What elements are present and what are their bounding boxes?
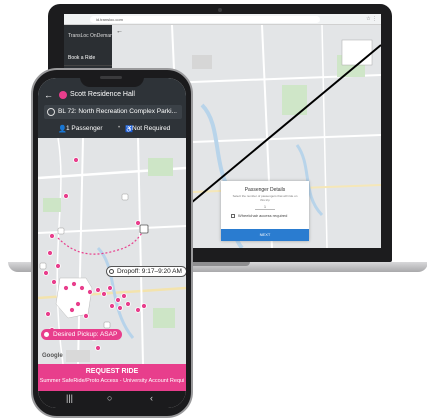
web-app-title: TransLoc OnDemand: [68, 33, 116, 39]
android-nav-bar: ||| ○ ‹: [38, 391, 186, 408]
service-name-label: Summer SafeRide/Proto Access - Universit…: [39, 378, 185, 384]
laptop-camera: [218, 8, 222, 12]
origin-pin-icon: [59, 91, 67, 99]
destination-text: BL 72: North Recreation Complex Parki...: [58, 108, 177, 115]
destination-field[interactable]: BL 72: North Recreation Complex Parki...: [44, 105, 182, 119]
phone-speaker: [100, 76, 122, 79]
dropoff-time-text: Dropoff: 9:17–9:20 AM: [117, 268, 182, 275]
next-button[interactable]: NEXT: [221, 229, 309, 241]
phone-screen: ← Scott Residence Hall BL 72: North Recr…: [38, 78, 186, 408]
back-nav-icon[interactable]: ‹: [150, 393, 153, 403]
browser-toolbar: id.transloc.com ☆ ⋮: [64, 14, 381, 30]
browser-menu-icon[interactable]: ☆ ⋮: [366, 16, 377, 22]
pickup-clock-icon: [44, 332, 49, 337]
wheelchair-checkbox[interactable]: [231, 214, 235, 218]
passenger-count[interactable]: 1 Passenger: [66, 125, 103, 132]
home-icon[interactable]: ○: [107, 393, 112, 403]
request-ride-button[interactable]: REQUEST RIDE Summer SafeRide/Proto Acces…: [38, 364, 186, 391]
pickup-time-text: Desired Pickup: ASAP: [53, 331, 118, 338]
trip-map[interactable]: Dropoff: 9:17–9:20 AM Desired Pickup: AS…: [38, 138, 186, 364]
browser-window-controls[interactable]: [68, 17, 86, 30]
pickup-time-label[interactable]: Desired Pickup: ASAP: [41, 329, 123, 340]
web-sidebar-divider: [64, 65, 112, 66]
recent-apps-icon[interactable]: |||: [66, 393, 73, 403]
passenger-details-modal: Passenger Details Select the number of p…: [221, 181, 309, 241]
browser-address-bar[interactable]: id.transloc.com: [90, 16, 320, 23]
wheelchair-checkbox-label: Wheelchair access required: [238, 213, 288, 218]
google-logo: Google: [42, 353, 63, 359]
web-book-ride-heading: Book a Ride: [68, 55, 96, 61]
modal-title: Passenger Details: [244, 187, 286, 193]
destination-pin-icon: [47, 108, 55, 116]
dropoff-clock-icon: [109, 269, 114, 274]
accessibility-status[interactable]: Not Required: [132, 125, 170, 132]
passenger-count-field[interactable]: 1: [255, 204, 275, 210]
origin-field[interactable]: Scott Residence Hall: [70, 91, 135, 98]
back-arrow-icon[interactable]: ←: [44, 90, 53, 100]
web-back-icon[interactable]: ←: [116, 28, 123, 35]
dropoff-time-label: Dropoff: 9:17–9:20 AM: [106, 266, 186, 277]
marketing-composite: id.transloc.com ☆ ⋮ TransLoc OnDemand Bo…: [0, 0, 427, 419]
modal-subtitle: Select the number of passengers that wil…: [232, 194, 298, 202]
trip-header: ← Scott Residence Hall BL 72: North Recr…: [38, 78, 186, 138]
request-ride-label: REQUEST RIDE: [85, 368, 139, 375]
header-separator: •: [118, 125, 121, 131]
